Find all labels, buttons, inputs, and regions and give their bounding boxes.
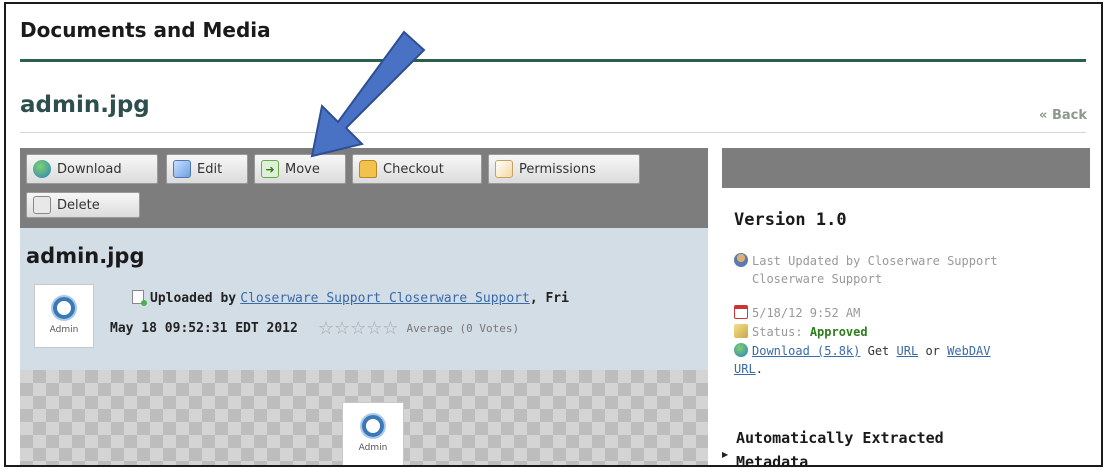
document-panel: Download Edit ➜ Move Checkout Permission… — [20, 148, 708, 465]
auto-metadata-toggle[interactable]: Automatically Extracted Metadata — [736, 426, 944, 467]
webdav-url-link[interactable]: URL — [734, 362, 756, 376]
action-toolbar: Download Edit ➜ Move Checkout Permission… — [20, 148, 708, 228]
page-title: admin.jpg — [20, 92, 150, 118]
last-updated-text-2: Closerware Support — [752, 272, 883, 286]
get-text: Get — [867, 344, 890, 358]
edit-label: Edit — [197, 161, 223, 177]
auto-metadata-line1: Automatically Extracted — [736, 429, 944, 447]
image-preview-area: Admin — [20, 370, 708, 465]
auto-metadata-line2: Metadata — [736, 453, 809, 467]
title-divider — [20, 59, 1086, 62]
webdav-link[interactable]: WebDAV — [947, 344, 990, 358]
url-link[interactable]: URL — [897, 344, 919, 358]
status-badge: Approved — [809, 325, 868, 339]
move-button[interactable]: ➜ Move — [254, 154, 346, 184]
upload-date-part1: , Fri — [529, 291, 569, 306]
checkout-label: Checkout — [383, 161, 444, 177]
user-icon — [734, 253, 748, 267]
rating-stars[interactable]: ☆☆☆☆☆ — [318, 318, 399, 339]
uploaded-by-label: Uploaded by — [150, 291, 237, 306]
move-arrow-icon: ➜ — [261, 160, 279, 178]
last-updated-text: Last Updated by Closerware Support — [752, 254, 998, 268]
trash-icon — [33, 196, 51, 214]
lock-icon — [359, 160, 377, 178]
version-sidebar: Version 1.0 Last Updated by Closerware S… — [722, 148, 1090, 467]
last-updated-row: Last Updated by Closerware Support Close… — [734, 252, 998, 288]
window-frame: Documents and Media admin.jpg « Back Dow… — [4, 2, 1103, 467]
thumbnail-label: Admin — [49, 325, 79, 335]
calendar-icon — [734, 305, 748, 319]
version-title: Version 1.0 — [734, 210, 847, 230]
download-row: Download (5.8k) Get URL or WebDAV URL. — [734, 343, 991, 376]
header-divider — [20, 132, 1086, 133]
status-label: Status: — [752, 325, 803, 339]
document-add-icon — [132, 290, 147, 306]
upload-date-row: May 18 09:52:31 EDT 2012 ☆☆☆☆☆ Average (… — [110, 318, 519, 339]
upload-date: May 18 09:52:31 EDT 2012 — [110, 321, 298, 336]
file-thumbnail[interactable]: Admin — [34, 284, 94, 348]
download-label: Download — [57, 161, 122, 177]
permissions-icon — [495, 160, 513, 178]
file-info-title: admin.jpg — [26, 244, 145, 268]
expand-triangle-icon[interactable]: ▶ — [722, 450, 728, 459]
permissions-button[interactable]: Permissions — [488, 154, 640, 184]
or-text: or — [925, 344, 940, 358]
upload-info: Uploaded by Closerware Support Closerwar… — [132, 290, 569, 306]
gear-icon — [53, 297, 75, 319]
gear-icon — [362, 415, 384, 437]
checkout-button[interactable]: Checkout — [352, 154, 482, 184]
back-link[interactable]: « Back — [1039, 108, 1087, 123]
status-row: Status: Approved — [734, 323, 868, 341]
globe-icon — [33, 160, 51, 178]
uploader-link[interactable]: Closerware Support Closerware Support — [240, 291, 530, 306]
move-label: Move — [285, 161, 320, 177]
edit-button[interactable]: Edit — [166, 154, 248, 184]
rating-average: Average (0 Votes) — [406, 322, 520, 335]
file-info-box: admin.jpg Admin Uploaded by Closerware S… — [20, 228, 708, 370]
date-row: 5/18/12 9:52 AM — [734, 304, 860, 322]
download-button[interactable]: Download — [26, 154, 158, 184]
globe-icon — [734, 343, 748, 357]
sidebar-header-bar — [722, 148, 1090, 188]
permissions-label: Permissions — [519, 161, 596, 177]
delete-button[interactable]: Delete — [26, 192, 140, 218]
portlet-title: Documents and Media — [20, 18, 271, 42]
preview-label: Admin — [358, 443, 388, 453]
edit-icon — [173, 160, 191, 178]
status-icon — [734, 324, 748, 338]
version-date: 5/18/12 9:52 AM — [752, 306, 861, 320]
delete-label: Delete — [57, 197, 100, 213]
image-preview[interactable]: Admin — [342, 402, 404, 465]
download-size-link[interactable]: Download (5.8k) — [752, 344, 860, 358]
